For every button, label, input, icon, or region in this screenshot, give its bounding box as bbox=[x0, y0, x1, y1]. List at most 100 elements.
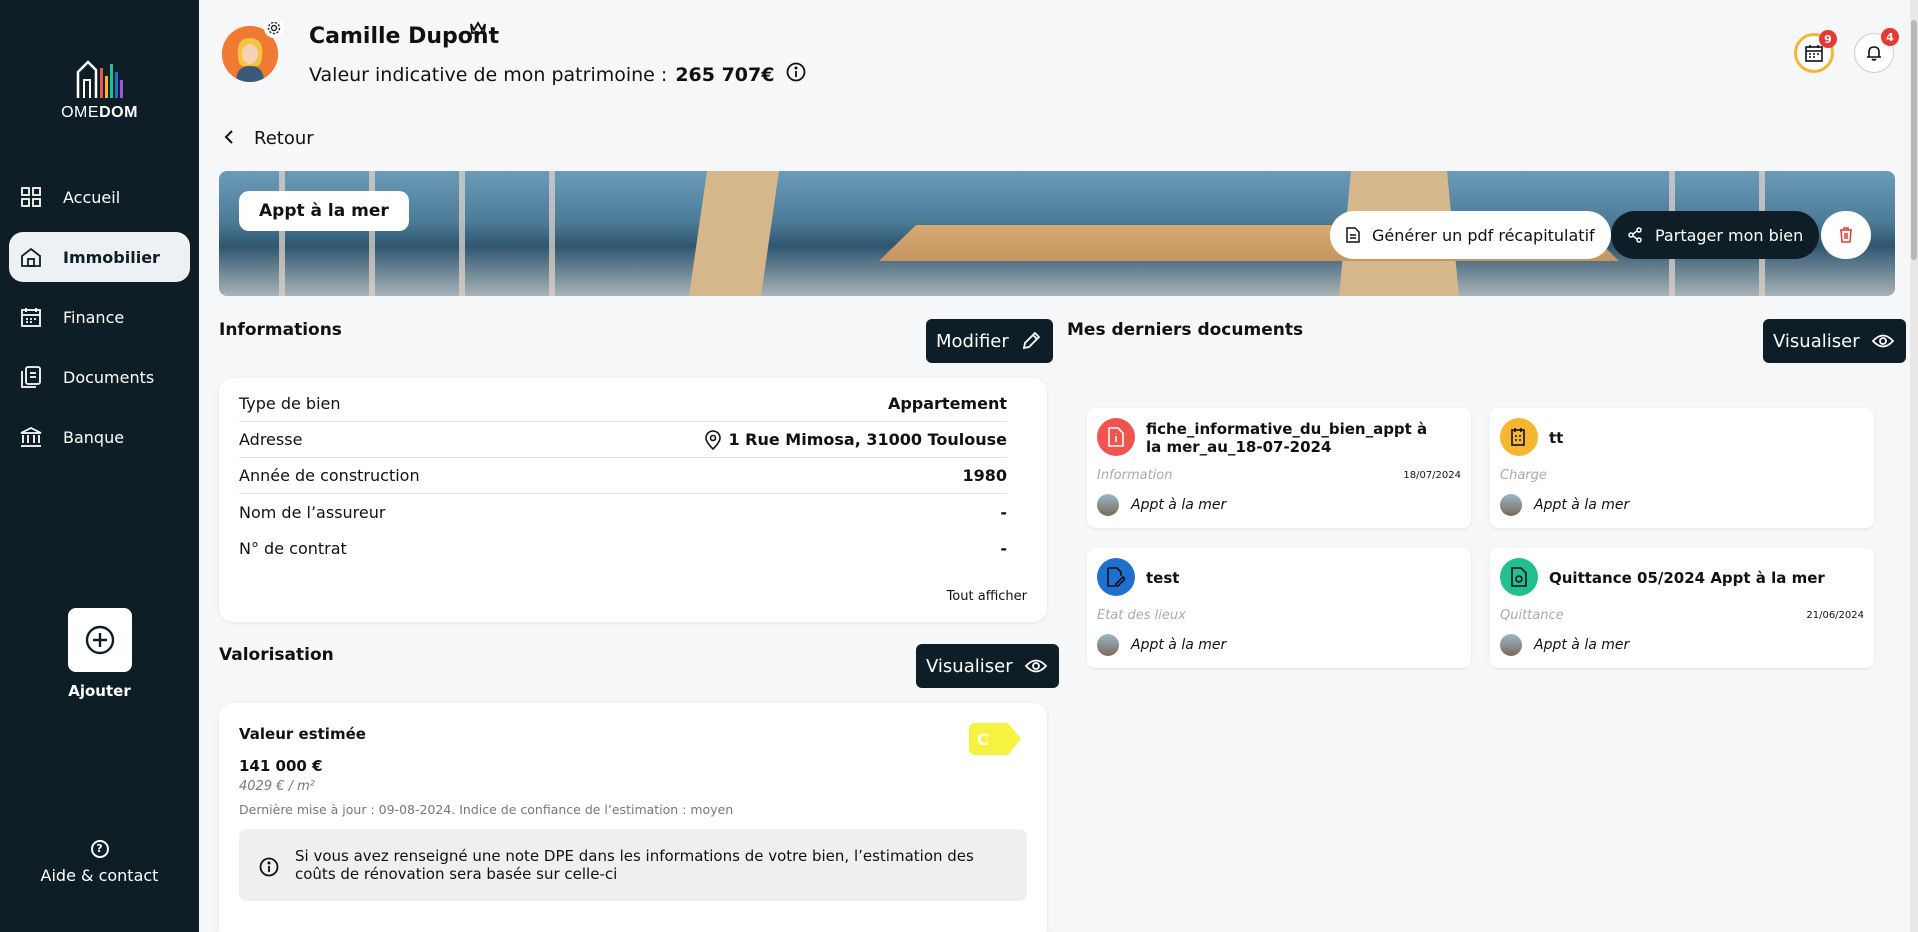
info-label: Adresse bbox=[239, 430, 303, 449]
file-icon bbox=[1346, 227, 1360, 243]
info-row: N° de contrat - bbox=[239, 530, 1007, 566]
banner-decoration bbox=[459, 171, 465, 296]
property-label: Appt à la mer bbox=[1534, 497, 1630, 513]
info-row: Année de construction 1980 bbox=[239, 458, 1007, 494]
plus-circle-icon bbox=[85, 625, 114, 655]
info-value: 1 Rue Mimosa, 31000 Toulouse bbox=[728, 430, 1007, 449]
documents-title: Mes derniers documents bbox=[1067, 320, 1304, 340]
calendar-icon bbox=[19, 305, 43, 329]
estimated-value-label: Valeur estimée bbox=[239, 725, 366, 743]
share-property-label: Partager mon bien bbox=[1655, 225, 1804, 245]
info-row: Nom de l’assureur - bbox=[239, 494, 1007, 530]
view-label: Visualiser bbox=[926, 655, 1013, 677]
pencil-icon bbox=[1022, 331, 1041, 350]
documents-view-button[interactable]: Visualiser bbox=[1763, 319, 1906, 363]
document-property: Appt à la mer bbox=[1500, 494, 1629, 516]
bank-icon bbox=[19, 425, 43, 449]
crown-icon bbox=[469, 20, 487, 40]
valorisation-title: Valorisation bbox=[219, 645, 334, 665]
view-label: Visualiser bbox=[1773, 330, 1860, 352]
eye-icon bbox=[1871, 334, 1894, 348]
info-label: N° de contrat bbox=[239, 538, 347, 558]
add-section: Ajouter bbox=[0, 608, 199, 700]
info-row: Adresse 1 Rue Mimosa, 31000 Toulouse bbox=[239, 422, 1007, 458]
nav-label: Accueil bbox=[63, 187, 121, 207]
property-banner: Appt à la mer Générer un pdf récapitulat… bbox=[219, 171, 1895, 296]
info-value: - bbox=[1000, 538, 1007, 558]
info-icon bbox=[259, 857, 279, 877]
document-date: 21/06/2024 bbox=[1806, 610, 1864, 621]
main-nav: Accueil Immobilier Finance Documents Ban… bbox=[9, 172, 190, 472]
delete-property-button[interactable] bbox=[1821, 211, 1871, 259]
document-card[interactable]: Quittance 05/2024 Appt à la mer Quittanc… bbox=[1490, 548, 1874, 668]
back-label: Retour bbox=[254, 128, 314, 149]
share-icon bbox=[1628, 227, 1642, 243]
scrollbar-thumb[interactable] bbox=[1911, 20, 1917, 260]
nav-item-banque[interactable]: Banque bbox=[9, 412, 190, 462]
info-label: Année de construction bbox=[239, 466, 420, 485]
add-label: Ajouter bbox=[68, 682, 131, 700]
back-link[interactable]: Retour bbox=[224, 128, 314, 149]
nav-item-finance[interactable]: Finance bbox=[9, 292, 190, 342]
property-thumbnail bbox=[1097, 634, 1119, 656]
document-receipt-icon bbox=[1500, 558, 1538, 596]
add-button[interactable] bbox=[67, 608, 132, 672]
info-label: Type de bien bbox=[239, 394, 341, 413]
patrimoine-label: Valeur indicative de mon patrimoine : bbox=[309, 63, 668, 86]
location-pin-icon bbox=[705, 429, 722, 450]
banner-decoration bbox=[689, 171, 779, 296]
informations-title: Informations bbox=[219, 320, 342, 340]
informations-card: Type de bien Appartement Adresse 1 Rue M… bbox=[219, 378, 1047, 622]
info-row: Type de bien Appartement bbox=[239, 386, 1007, 422]
document-property: Appt à la mer bbox=[1097, 634, 1226, 656]
omedom-logo[interactable]: OMEDOM bbox=[0, 50, 199, 122]
document-category: Etat des lieux bbox=[1097, 608, 1186, 623]
help-label: Aide & contact bbox=[40, 866, 159, 885]
document-property: Appt à la mer bbox=[1097, 494, 1226, 516]
question-icon: ? bbox=[90, 840, 109, 858]
nav-item-accueil[interactable]: Accueil bbox=[9, 172, 190, 222]
banner-decoration bbox=[549, 171, 555, 296]
banner-decoration bbox=[369, 171, 375, 296]
sidebar: OMEDOM Accueil Immobilier Finance Docume… bbox=[0, 0, 199, 932]
valorisation-view-button[interactable]: Visualiser bbox=[916, 644, 1059, 688]
document-title: tt bbox=[1549, 429, 1564, 447]
help-contact-link[interactable]: ? Aide & contact bbox=[0, 840, 199, 885]
nav-label: Immobilier bbox=[63, 247, 160, 267]
nav-item-immobilier[interactable]: Immobilier bbox=[9, 232, 190, 282]
property-label: Appt à la mer bbox=[1131, 637, 1227, 653]
valorisation-card: Valeur estimée C 141 000 € 4029 € / m² D… bbox=[219, 703, 1047, 932]
document-info-icon bbox=[1097, 418, 1135, 456]
calendar-badge: 9 bbox=[1819, 30, 1837, 48]
info-icon[interactable] bbox=[786, 62, 806, 87]
dpe-notice: Si vous avez renseigné une note DPE dans… bbox=[239, 829, 1027, 901]
chevron-left-icon bbox=[224, 129, 234, 148]
page-scrollbar[interactable] bbox=[1910, 0, 1918, 932]
generate-pdf-button[interactable]: Générer un pdf récapitulatif bbox=[1330, 211, 1611, 259]
document-card[interactable]: fiche_informative_du_bien_appt à la mer_… bbox=[1087, 408, 1471, 528]
grid-icon bbox=[19, 185, 43, 209]
document-category: Quittance bbox=[1500, 608, 1564, 623]
patrimoine-summary: Valeur indicative de mon patrimoine : 26… bbox=[309, 62, 806, 87]
document-card[interactable]: tt Charge Appt à la mer bbox=[1490, 408, 1874, 528]
document-title: fiche_informative_du_bien_appt à la mer_… bbox=[1146, 420, 1428, 456]
notifications-badge: 4 bbox=[1881, 28, 1899, 46]
info-label: Nom de l’assureur bbox=[239, 502, 386, 522]
address-value: 1 Rue Mimosa, 31000 Toulouse bbox=[704, 429, 1007, 450]
settings-gear-icon[interactable] bbox=[264, 18, 284, 38]
logo-text: OMEDOM bbox=[61, 104, 138, 121]
document-card[interactable]: test Etat des lieux Appt à la mer bbox=[1087, 548, 1471, 668]
document-charge-icon bbox=[1500, 418, 1538, 456]
property-thumbnail bbox=[1500, 494, 1522, 516]
edit-button[interactable]: Modifier bbox=[926, 319, 1053, 363]
notifications-button[interactable]: 4 bbox=[1854, 28, 1899, 73]
trash-icon bbox=[1840, 227, 1852, 243]
share-property-button[interactable]: Partager mon bien bbox=[1611, 211, 1820, 259]
show-all-link[interactable]: Tout afficher bbox=[947, 589, 1027, 604]
calendar-icon bbox=[1805, 45, 1823, 62]
nav-item-documents[interactable]: Documents bbox=[9, 352, 190, 402]
logo-icon bbox=[76, 60, 123, 98]
info-value: Appartement bbox=[887, 394, 1007, 413]
nav-label: Finance bbox=[63, 307, 125, 327]
calendar-button[interactable]: 9 bbox=[1794, 30, 1837, 73]
